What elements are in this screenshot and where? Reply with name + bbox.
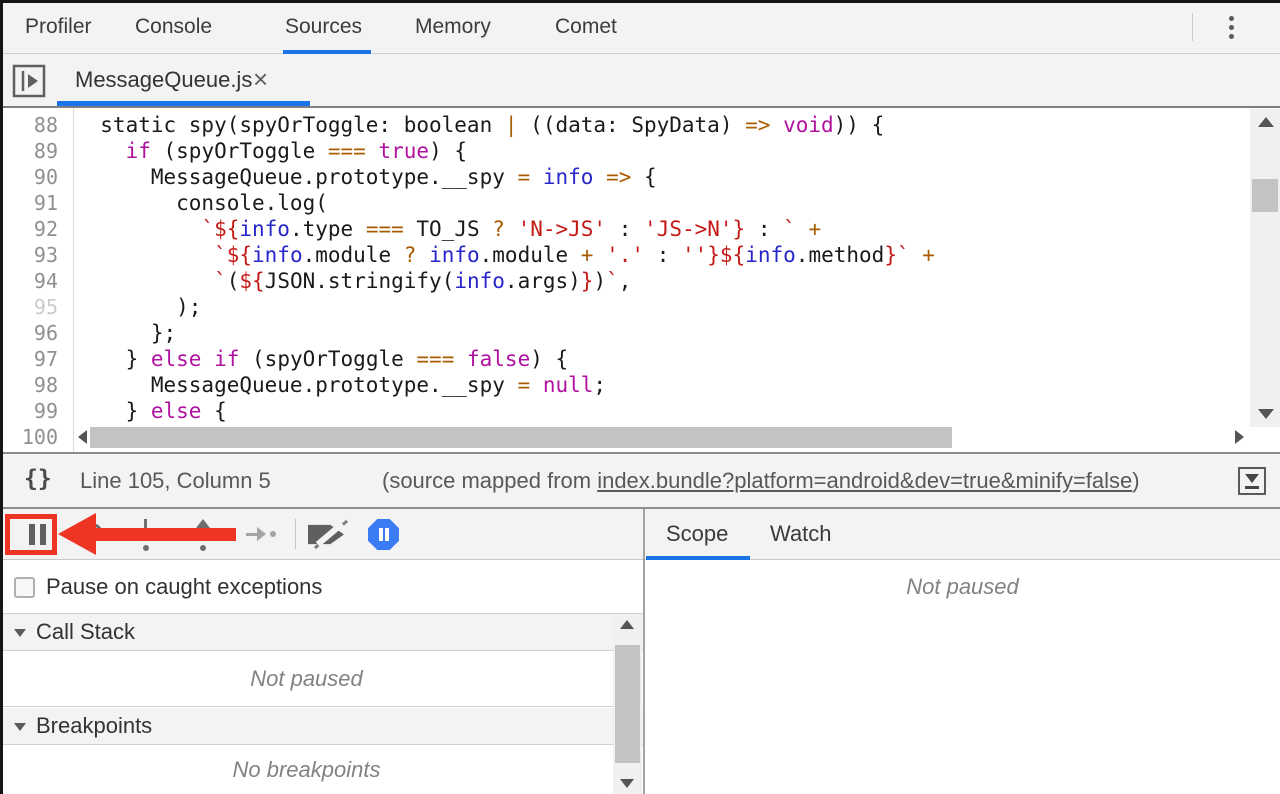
- deactivate-breakpoints-button[interactable]: [308, 521, 348, 548]
- tab-sources[interactable]: Sources: [285, 0, 362, 53]
- tab-watch[interactable]: Watch: [770, 509, 832, 559]
- debugger-toolbar: Scope Watch: [0, 509, 1280, 560]
- close-icon[interactable]: ×: [253, 54, 268, 106]
- breakpoints-header[interactable]: Breakpoints: [0, 708, 643, 745]
- line-number[interactable]: 95: [0, 294, 67, 320]
- topbar-divider: [1192, 13, 1193, 41]
- show-navigator-icon[interactable]: [12, 64, 46, 98]
- line-number[interactable]: 98: [0, 372, 67, 398]
- tab-console[interactable]: Console: [135, 0, 212, 53]
- sidebar-scroll-thumb[interactable]: [615, 645, 640, 763]
- annotation-red-arrow-shaft: [94, 528, 236, 541]
- code-line[interactable]: 96 };: [0, 320, 1280, 346]
- scope-not-paused: Not paused: [645, 574, 1280, 600]
- code-text[interactable]: } else if (spyOrToggle === false) {: [67, 346, 568, 372]
- source-map-link[interactable]: index.bundle?platform=android&dev=true&m…: [597, 468, 1132, 493]
- code-line[interactable]: 92 `${info.type === TO_JS ? 'N->JS' : 'J…: [0, 216, 1280, 242]
- line-number[interactable]: 91: [0, 190, 67, 216]
- line-number[interactable]: 100: [0, 424, 67, 450]
- sidebar-scrollbar[interactable]: [613, 614, 642, 794]
- line-number[interactable]: 92: [0, 216, 67, 242]
- scroll-down-icon[interactable]: [620, 779, 634, 788]
- devtools-window: Profiler Console Sources Memory Comet Me…: [0, 0, 1280, 794]
- code-text[interactable]: if (spyOrToggle === true) {: [67, 138, 467, 164]
- code-text[interactable]: `${info.type === TO_JS ? 'N->JS' : 'JS->…: [67, 216, 821, 242]
- vertical-scroll-thumb[interactable]: [1252, 179, 1278, 212]
- annotation-red-arrow: [58, 513, 96, 555]
- scroll-up-icon[interactable]: [620, 620, 634, 629]
- scroll-left-icon[interactable]: [78, 430, 87, 444]
- code-editor[interactable]: 88 static spy(spyOrToggle: boolean | ((d…: [0, 108, 1280, 452]
- disclosure-triangle-icon: [14, 723, 26, 731]
- screenshot-border-top: [0, 0, 1280, 3]
- toolbar-divider: [295, 519, 296, 549]
- line-number[interactable]: 89: [0, 138, 67, 164]
- line-number[interactable]: 97: [0, 346, 67, 372]
- toggle-sidebar-icon[interactable]: [1238, 467, 1266, 495]
- code-text[interactable]: `(${JSON.stringify(info.args)})`,: [67, 268, 631, 294]
- code-lines: 88 static spy(spyOrToggle: boolean | ((d…: [0, 112, 1280, 450]
- scroll-up-icon[interactable]: [1258, 117, 1274, 127]
- code-text[interactable]: `${info.module ? info.module + '.' : ''}…: [67, 242, 935, 268]
- editor-vertical-scrollbar[interactable]: [1250, 109, 1280, 427]
- pretty-print-icon[interactable]: {}: [24, 454, 52, 507]
- line-number[interactable]: 96: [0, 320, 67, 346]
- pause-on-caught-exceptions-checkbox[interactable]: [14, 577, 35, 598]
- code-line[interactable]: 97 } else if (spyOrToggle === false) {: [0, 346, 1280, 372]
- source-mapped-prefix: (source mapped from: [382, 468, 597, 493]
- line-number[interactable]: 93: [0, 242, 67, 268]
- horizontal-scroll-thumb[interactable]: [90, 427, 952, 448]
- disclosure-triangle-icon: [14, 629, 26, 637]
- code-line[interactable]: 93 `${info.module ? info.module + '.' : …: [0, 242, 1280, 268]
- scroll-down-icon[interactable]: [1258, 409, 1274, 419]
- scope-panel-body: Not paused: [645, 560, 1280, 794]
- pause-on-exceptions-button[interactable]: [368, 519, 399, 550]
- editor-status-bar: {} Line 105, Column 5 (source mapped fro…: [0, 452, 1280, 509]
- screenshot-border-left: [0, 0, 3, 794]
- tab-memory[interactable]: Memory: [415, 0, 491, 53]
- source-mapped-note: (source mapped from index.bundle?platfor…: [382, 454, 1140, 507]
- code-text[interactable]: );: [67, 294, 201, 320]
- code-line[interactable]: 90 MessageQueue.prototype.__spy = info =…: [0, 164, 1280, 190]
- tab-scope[interactable]: Scope: [666, 509, 728, 559]
- breakpoints-title: Breakpoints: [36, 708, 152, 744]
- file-tab-bar: MessageQueue.js ×: [0, 54, 1280, 108]
- annotation-red-box: [5, 514, 57, 555]
- code-text[interactable]: static spy(spyOrToggle: boolean | ((data…: [67, 112, 884, 138]
- call-stack-title: Call Stack: [36, 614, 135, 650]
- code-line[interactable]: 91 console.log(: [0, 190, 1280, 216]
- gutter-divider: [73, 108, 74, 452]
- tab-profiler[interactable]: Profiler: [25, 0, 92, 53]
- code-line[interactable]: 89 if (spyOrToggle === true) {: [0, 138, 1280, 164]
- pause-on-caught-exceptions-row: Pause on caught exceptions: [0, 560, 643, 614]
- code-text[interactable]: MessageQueue.prototype.__spy = info => {: [67, 164, 657, 190]
- editor-horizontal-scrollbar[interactable]: [76, 426, 1246, 450]
- tab-comet[interactable]: Comet: [555, 0, 617, 53]
- line-number[interactable]: 88: [0, 112, 67, 138]
- breakpoints-body: No breakpoints: [0, 746, 613, 794]
- code-text[interactable]: MessageQueue.prototype.__spy = null;: [67, 372, 606, 398]
- cursor-position: Line 105, Column 5: [80, 454, 271, 507]
- code-text[interactable]: console.log(: [67, 190, 328, 216]
- code-line[interactable]: 99 } else {: [0, 398, 1280, 424]
- devtools-tab-bar: Profiler Console Sources Memory Comet: [0, 0, 1280, 54]
- line-number[interactable]: 94: [0, 268, 67, 294]
- code-line[interactable]: 98 MessageQueue.prototype.__spy = null;: [0, 372, 1280, 398]
- code-text[interactable]: };: [67, 320, 176, 346]
- source-mapped-suffix: ): [1132, 468, 1139, 493]
- active-file-underline: [57, 101, 310, 106]
- code-line[interactable]: 88 static spy(spyOrToggle: boolean | ((d…: [0, 112, 1280, 138]
- line-number[interactable]: 90: [0, 164, 67, 190]
- line-number[interactable]: 99: [0, 398, 67, 424]
- pause-on-caught-exceptions-label: Pause on caught exceptions: [46, 560, 322, 613]
- call-stack-body: Not paused: [0, 652, 613, 707]
- step-button[interactable]: [246, 522, 272, 554]
- call-stack-header[interactable]: Call Stack: [0, 614, 643, 651]
- code-line[interactable]: 95 );: [0, 294, 1280, 320]
- scroll-right-icon[interactable]: [1235, 430, 1244, 444]
- code-line[interactable]: 94 `(${JSON.stringify(info.args)})`,: [0, 268, 1280, 294]
- code-text[interactable]: } else {: [67, 398, 227, 424]
- kebab-menu-icon[interactable]: [1222, 13, 1240, 41]
- file-tab-label: MessageQueue.js: [75, 54, 252, 106]
